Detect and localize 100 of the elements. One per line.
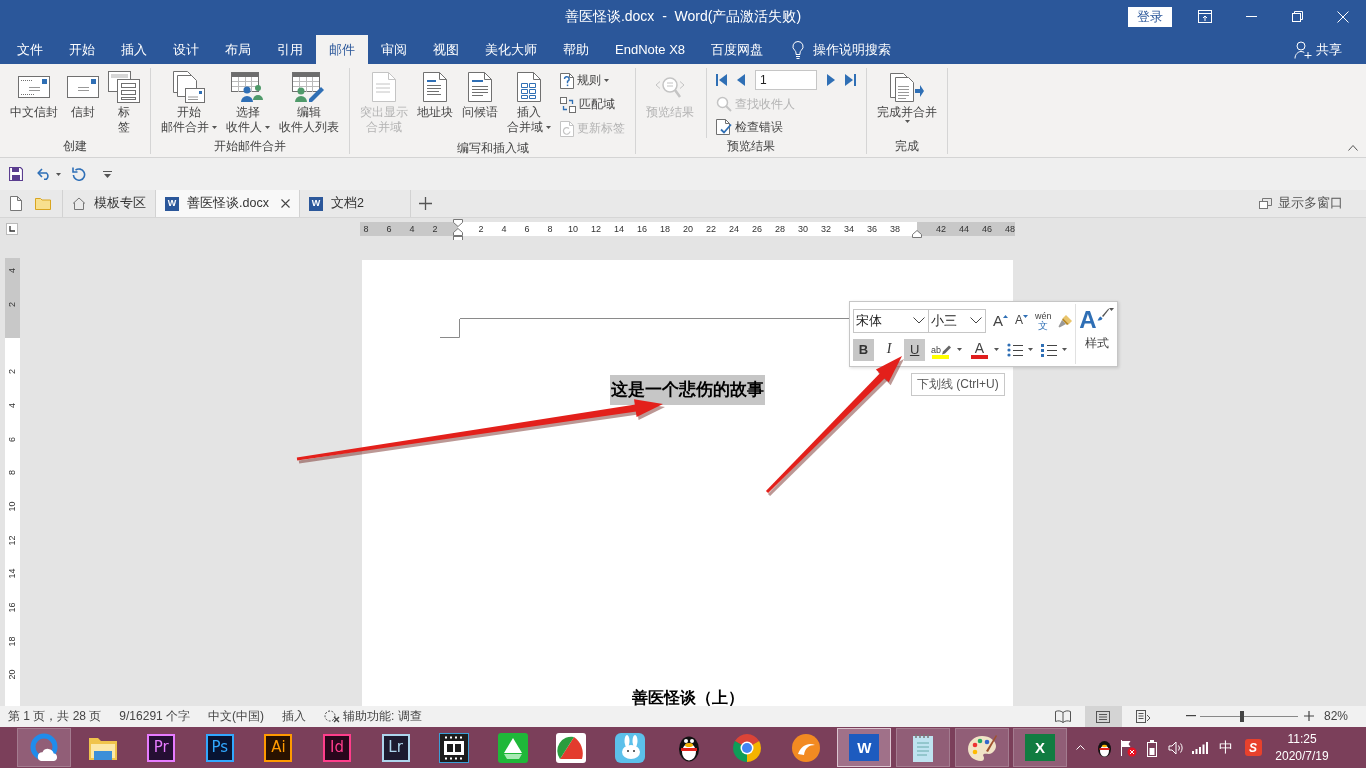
font-size-combobox[interactable]: 小三 bbox=[928, 308, 986, 333]
film-strip-icon bbox=[439, 732, 470, 763]
home-icon bbox=[72, 197, 86, 210]
letter-logo[interactable]: S bbox=[1244, 739, 1262, 756]
document-tab[interactable]: W 文档2 bbox=[298, 190, 411, 217]
undo-icon[interactable] bbox=[37, 168, 52, 180]
accessibility-checker[interactable]: 辅助功能: 调查 bbox=[324, 709, 422, 724]
ribbon-tab[interactable]: 邮件 bbox=[316, 35, 368, 64]
greeting-line-button[interactable]: 问候语 bbox=[459, 68, 501, 121]
zoom-level[interactable]: 82% bbox=[1323, 709, 1348, 724]
zoom-slider-thumb[interactable] bbox=[1240, 711, 1245, 722]
sign-in-button[interactable]: 登录 bbox=[1128, 6, 1172, 27]
caret-icon[interactable] bbox=[56, 172, 61, 176]
font-name-combobox[interactable]: 宋体 bbox=[853, 308, 929, 333]
close-icon[interactable] bbox=[280, 199, 290, 208]
next-record-icon[interactable] bbox=[827, 74, 835, 87]
tab-stop-icon[interactable] bbox=[6, 223, 18, 235]
taskbar-button[interactable]: Id bbox=[309, 728, 364, 767]
taskbar-button[interactable]: X bbox=[1013, 728, 1068, 767]
envelope-button[interactable]: 信封 bbox=[64, 68, 102, 121]
caret-icon[interactable] bbox=[1028, 348, 1033, 351]
new-document-icon[interactable] bbox=[10, 196, 22, 211]
ribbon-tab[interactable]: EndNote X8 bbox=[602, 35, 699, 64]
customize-toolbar-icon[interactable] bbox=[103, 170, 112, 178]
battery-icon[interactable] bbox=[1146, 738, 1158, 757]
last-record-icon[interactable] bbox=[845, 74, 856, 87]
shapes-tile-icon bbox=[497, 732, 528, 763]
input-method-button[interactable]: 中 bbox=[1212, 727, 1240, 768]
caret-icon[interactable] bbox=[1062, 348, 1067, 351]
taskbar-button[interactable]: Pr bbox=[134, 728, 189, 767]
address-block-button[interactable]: 地址块 bbox=[414, 68, 456, 121]
caret-icon[interactable] bbox=[994, 348, 999, 351]
numbered-list-icon[interactable] bbox=[1041, 342, 1057, 357]
chevron-up-icon[interactable] bbox=[1075, 745, 1085, 750]
signal-bars-icon[interactable] bbox=[1192, 741, 1208, 754]
insert-merge-field-button[interactable]: 插入 合并域 bbox=[504, 68, 554, 136]
zoom-in-icon[interactable] bbox=[1303, 711, 1314, 722]
grow-font-button[interactable]: A bbox=[991, 308, 1010, 333]
taskbar-button[interactable]: Ai bbox=[251, 728, 306, 767]
ribbon-tab[interactable]: 视图 bbox=[420, 35, 472, 64]
word-count[interactable]: 9/16291 个字 bbox=[119, 709, 191, 724]
plus-icon[interactable] bbox=[418, 197, 432, 210]
clock[interactable]: 11:25 2020/7/19 bbox=[1269, 730, 1335, 765]
edit-recipient-list-button[interactable]: 编辑 收件人列表 bbox=[276, 68, 342, 136]
ribbon-tab[interactable]: 引用 bbox=[264, 35, 316, 64]
speaker-icon[interactable] bbox=[1168, 740, 1184, 755]
flag-icon[interactable] bbox=[1119, 738, 1137, 757]
underline-button[interactable]: U bbox=[904, 338, 925, 361]
check-errors-button[interactable]: 检查错误 bbox=[713, 116, 859, 138]
ruler-number: 8 bbox=[8, 470, 17, 476]
documents-envelope-icon bbox=[173, 71, 205, 103]
select-recipients-button[interactable]: 选择 收件人 bbox=[223, 68, 273, 136]
document-tab[interactable]: W 善医怪谈.docx bbox=[155, 190, 299, 217]
ribbon-tab[interactable]: 插入 bbox=[108, 35, 160, 64]
shrink-font-button[interactable]: A bbox=[1013, 308, 1031, 333]
tell-me-search[interactable]: 操作说明搜索 bbox=[788, 35, 896, 64]
ribbon-tab[interactable]: 审阅 bbox=[368, 35, 420, 64]
caret-icon[interactable] bbox=[957, 348, 962, 351]
taskbar-button[interactable]: Ps bbox=[192, 728, 247, 767]
bold-button[interactable]: B bbox=[853, 338, 874, 361]
rules-button[interactable]: 规则 bbox=[557, 69, 628, 92]
save-icon[interactable] bbox=[9, 167, 23, 181]
input-mode[interactable]: 插入 bbox=[282, 709, 307, 724]
ribbon-tab[interactable]: 开始 bbox=[56, 35, 108, 64]
zoom-out-icon[interactable] bbox=[1185, 715, 1196, 718]
ruler-number: 44 bbox=[959, 224, 969, 234]
bulleted-list-icon[interactable] bbox=[1007, 342, 1023, 357]
collapse-ribbon-icon[interactable] bbox=[1348, 145, 1358, 151]
taskbar-button[interactable]: Lr bbox=[368, 728, 423, 767]
labels-button[interactable]: 标 签 bbox=[105, 68, 143, 136]
highlight-button[interactable]: ab bbox=[929, 338, 952, 361]
styles-button[interactable]: A 样式 bbox=[1076, 302, 1117, 366]
ribbon-tab[interactable]: 百度网盘 bbox=[698, 35, 777, 64]
taskbar-button[interactable]: W bbox=[837, 728, 892, 767]
font-color-button[interactable]: A bbox=[970, 338, 989, 361]
phonetic-guide-button[interactable]: wén 文 bbox=[1033, 308, 1054, 333]
ribbon-tab[interactable]: 帮助 bbox=[550, 35, 602, 64]
ribbon-tab[interactable]: 设计 bbox=[160, 35, 212, 64]
palette-icon bbox=[966, 733, 997, 762]
finish-merge-button[interactable]: 完成并合并 bbox=[874, 68, 940, 124]
start-mail-merge-button[interactable]: 开始 邮件合并 bbox=[158, 68, 220, 136]
ribbon-tab[interactable]: 布局 bbox=[212, 35, 264, 64]
view-button[interactable] bbox=[1084, 706, 1122, 727]
indent-marker-icon[interactable] bbox=[912, 230, 922, 238]
previous-record-icon[interactable] bbox=[737, 74, 745, 87]
multi-window-button[interactable]: 显示多窗口 bbox=[1259, 190, 1343, 217]
ribbon-tab[interactable]: 文件 bbox=[4, 35, 56, 64]
brush-icon[interactable] bbox=[1057, 313, 1073, 328]
italic-button[interactable]: I bbox=[878, 338, 900, 361]
penguin-icon[interactable] bbox=[1096, 738, 1112, 757]
page-count[interactable]: 第 1 页，共 28 页 bbox=[8, 709, 102, 724]
match-fields-button[interactable]: 匹配域 bbox=[557, 93, 628, 116]
language-status[interactable]: 中文(中国) bbox=[208, 709, 265, 724]
share-button[interactable]: 共享 bbox=[1292, 35, 1344, 64]
redo-icon[interactable] bbox=[72, 167, 86, 181]
record-number-field[interactable]: 1 bbox=[755, 70, 817, 91]
ribbon-tab[interactable]: 美化大师 bbox=[472, 35, 550, 64]
chinese-envelope-button[interactable]: 中文信封 bbox=[7, 68, 61, 121]
first-record-icon[interactable] bbox=[716, 74, 727, 87]
letter-logo: Ps bbox=[205, 733, 234, 762]
